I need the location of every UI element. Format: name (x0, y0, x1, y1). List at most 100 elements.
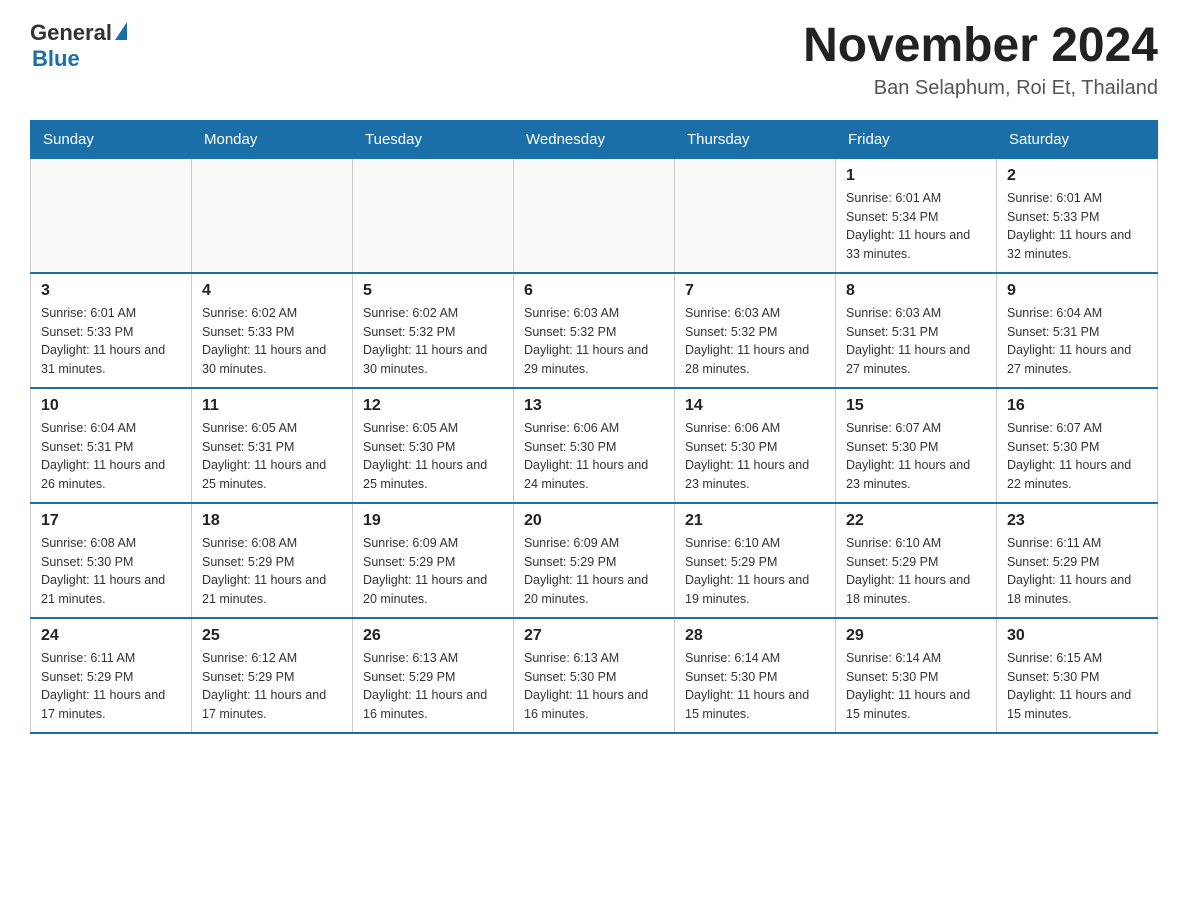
day-info: Sunrise: 6:14 AMSunset: 5:30 PMDaylight:… (846, 649, 986, 724)
calendar-cell: 9 Sunrise: 6:04 AMSunset: 5:31 PMDaylight… (997, 273, 1158, 388)
weekday-header-monday: Monday (192, 120, 353, 158)
day-info: Sunrise: 6:02 AMSunset: 5:33 PMDaylight:… (202, 304, 342, 379)
day-info: Sunrise: 6:07 AMSunset: 5:30 PMDaylight:… (1007, 419, 1147, 494)
day-info: Sunrise: 6:03 AMSunset: 5:31 PMDaylight:… (846, 304, 986, 379)
calendar-week-row: 24Sunrise: 6:11 AMSunset: 5:29 PMDayligh… (31, 618, 1158, 733)
weekday-header-friday: Friday (836, 120, 997, 158)
page-header: General Blue November 2024 Ban Selaphum,… (30, 20, 1158, 100)
calendar-cell: 21 Sunrise: 6:10 AMSunset: 5:29 PMDayligh… (675, 503, 836, 618)
calendar-cell: 30 Sunrise: 6:15 AMSunset: 5:30 PMDayligh… (997, 618, 1158, 733)
calendar-cell: 27 Sunrise: 6:13 AMSunset: 5:30 PMDayligh… (514, 618, 675, 733)
day-number: 14 (685, 397, 825, 415)
day-number: 9 (1007, 282, 1147, 300)
calendar-cell: 25 Sunrise: 6:12 AMSunset: 5:29 PMDayligh… (192, 618, 353, 733)
day-number: 27 (524, 627, 664, 645)
calendar-cell (675, 158, 836, 273)
day-number: 3 (41, 282, 181, 300)
calendar-cell: 29 Sunrise: 6:14 AMSunset: 5:30 PMDayligh… (836, 618, 997, 733)
calendar-cell: 17 Sunrise: 6:08 AMSunset: 5:30 PMDayligh… (31, 503, 192, 618)
day-info: Sunrise: 6:04 AMSunset: 5:31 PMDaylight:… (1007, 304, 1147, 379)
day-number: 1 (846, 167, 986, 185)
day-number: 23 (1007, 512, 1147, 530)
location-subtitle: Ban Selaphum, Roi Et, Thailand (803, 77, 1158, 100)
day-info: Sunrise: 6:12 AMSunset: 5:29 PMDaylight:… (202, 649, 342, 724)
day-info: Sunrise: 6:01 AMSunset: 5:33 PMDaylight:… (41, 304, 181, 379)
logo-general-text: General (30, 20, 112, 46)
calendar-cell: 24Sunrise: 6:11 AMSunset: 5:29 PMDayligh… (31, 618, 192, 733)
calendar-body: 1 Sunrise: 6:01 AMSunset: 5:34 PMDaylight… (31, 158, 1158, 733)
day-info: Sunrise: 6:08 AMSunset: 5:29 PMDaylight:… (202, 534, 342, 609)
day-number: 30 (1007, 627, 1147, 645)
weekday-header-saturday: Saturday (997, 120, 1158, 158)
calendar-cell (31, 158, 192, 273)
day-info: Sunrise: 6:07 AMSunset: 5:30 PMDaylight:… (846, 419, 986, 494)
logo: General Blue (30, 20, 127, 72)
day-info: Sunrise: 6:09 AMSunset: 5:29 PMDaylight:… (524, 534, 664, 609)
calendar-cell: 26Sunrise: 6:13 AMSunset: 5:29 PMDayligh… (353, 618, 514, 733)
calendar-cell: 5 Sunrise: 6:02 AMSunset: 5:32 PMDaylight… (353, 273, 514, 388)
day-info: Sunrise: 6:06 AMSunset: 5:30 PMDaylight:… (685, 419, 825, 494)
calendar-cell: 13 Sunrise: 6:06 AMSunset: 5:30 PMDayligh… (514, 388, 675, 503)
calendar-cell: 22 Sunrise: 6:10 AMSunset: 5:29 PMDayligh… (836, 503, 997, 618)
day-number: 28 (685, 627, 825, 645)
calendar-cell (353, 158, 514, 273)
calendar-cell (192, 158, 353, 273)
weekday-header-thursday: Thursday (675, 120, 836, 158)
calendar-week-row: 10 Sunrise: 6:04 AMSunset: 5:31 PMDayligh… (31, 388, 1158, 503)
day-info: Sunrise: 6:15 AMSunset: 5:30 PMDaylight:… (1007, 649, 1147, 724)
day-number: 4 (202, 282, 342, 300)
calendar-cell (514, 158, 675, 273)
logo-triangle-icon (115, 22, 127, 40)
day-number: 24 (41, 627, 181, 645)
day-info: Sunrise: 6:13 AMSunset: 5:29 PMDaylight:… (363, 649, 503, 724)
calendar-cell: 6Sunrise: 6:03 AMSunset: 5:32 PMDaylight… (514, 273, 675, 388)
calendar-cell: 11 Sunrise: 6:05 AMSunset: 5:31 PMDayligh… (192, 388, 353, 503)
calendar-cell: 2Sunrise: 6:01 AMSunset: 5:33 PMDaylight… (997, 158, 1158, 273)
calendar-cell: 8 Sunrise: 6:03 AMSunset: 5:31 PMDaylight… (836, 273, 997, 388)
calendar-week-row: 3 Sunrise: 6:01 AMSunset: 5:33 PMDaylight… (31, 273, 1158, 388)
day-info: Sunrise: 6:11 AMSunset: 5:29 PMDaylight:… (1007, 534, 1147, 609)
day-info: Sunrise: 6:10 AMSunset: 5:29 PMDaylight:… (846, 534, 986, 609)
calendar-table: SundayMondayTuesdayWednesdayThursdayFrid… (30, 120, 1158, 734)
header-right: November 2024 Ban Selaphum, Roi Et, Thai… (803, 20, 1158, 100)
day-number: 5 (363, 282, 503, 300)
logo-blue-text: Blue (32, 46, 80, 72)
day-number: 11 (202, 397, 342, 415)
day-info: Sunrise: 6:10 AMSunset: 5:29 PMDaylight:… (685, 534, 825, 609)
day-info: Sunrise: 6:04 AMSunset: 5:31 PMDaylight:… (41, 419, 181, 494)
day-number: 15 (846, 397, 986, 415)
day-info: Sunrise: 6:02 AMSunset: 5:32 PMDaylight:… (363, 304, 503, 379)
day-number: 7 (685, 282, 825, 300)
calendar-cell: 7 Sunrise: 6:03 AMSunset: 5:32 PMDaylight… (675, 273, 836, 388)
weekday-header-wednesday: Wednesday (514, 120, 675, 158)
day-number: 20 (524, 512, 664, 530)
month-title: November 2024 (803, 20, 1158, 73)
day-number: 13 (524, 397, 664, 415)
weekday-header-sunday: Sunday (31, 120, 192, 158)
day-number: 25 (202, 627, 342, 645)
day-info: Sunrise: 6:01 AMSunset: 5:34 PMDaylight:… (846, 189, 986, 264)
day-number: 6 (524, 282, 664, 300)
weekday-header-tuesday: Tuesday (353, 120, 514, 158)
day-number: 21 (685, 512, 825, 530)
day-number: 12 (363, 397, 503, 415)
day-info: Sunrise: 6:08 AMSunset: 5:30 PMDaylight:… (41, 534, 181, 609)
weekday-header-row: SundayMondayTuesdayWednesdayThursdayFrid… (31, 120, 1158, 158)
calendar-cell: 15 Sunrise: 6:07 AMSunset: 5:30 PMDayligh… (836, 388, 997, 503)
day-info: Sunrise: 6:03 AMSunset: 5:32 PMDaylight:… (685, 304, 825, 379)
day-number: 29 (846, 627, 986, 645)
calendar-cell: 1 Sunrise: 6:01 AMSunset: 5:34 PMDaylight… (836, 158, 997, 273)
day-info: Sunrise: 6:05 AMSunset: 5:30 PMDaylight:… (363, 419, 503, 494)
day-number: 22 (846, 512, 986, 530)
day-number: 18 (202, 512, 342, 530)
calendar-cell: 3 Sunrise: 6:01 AMSunset: 5:33 PMDaylight… (31, 273, 192, 388)
day-info: Sunrise: 6:13 AMSunset: 5:30 PMDaylight:… (524, 649, 664, 724)
calendar-cell: 16Sunrise: 6:07 AMSunset: 5:30 PMDayligh… (997, 388, 1158, 503)
day-info: Sunrise: 6:05 AMSunset: 5:31 PMDaylight:… (202, 419, 342, 494)
day-info: Sunrise: 6:14 AMSunset: 5:30 PMDaylight:… (685, 649, 825, 724)
day-number: 17 (41, 512, 181, 530)
day-number: 8 (846, 282, 986, 300)
day-number: 10 (41, 397, 181, 415)
calendar-cell: 14 Sunrise: 6:06 AMSunset: 5:30 PMDayligh… (675, 388, 836, 503)
day-info: Sunrise: 6:06 AMSunset: 5:30 PMDaylight:… (524, 419, 664, 494)
